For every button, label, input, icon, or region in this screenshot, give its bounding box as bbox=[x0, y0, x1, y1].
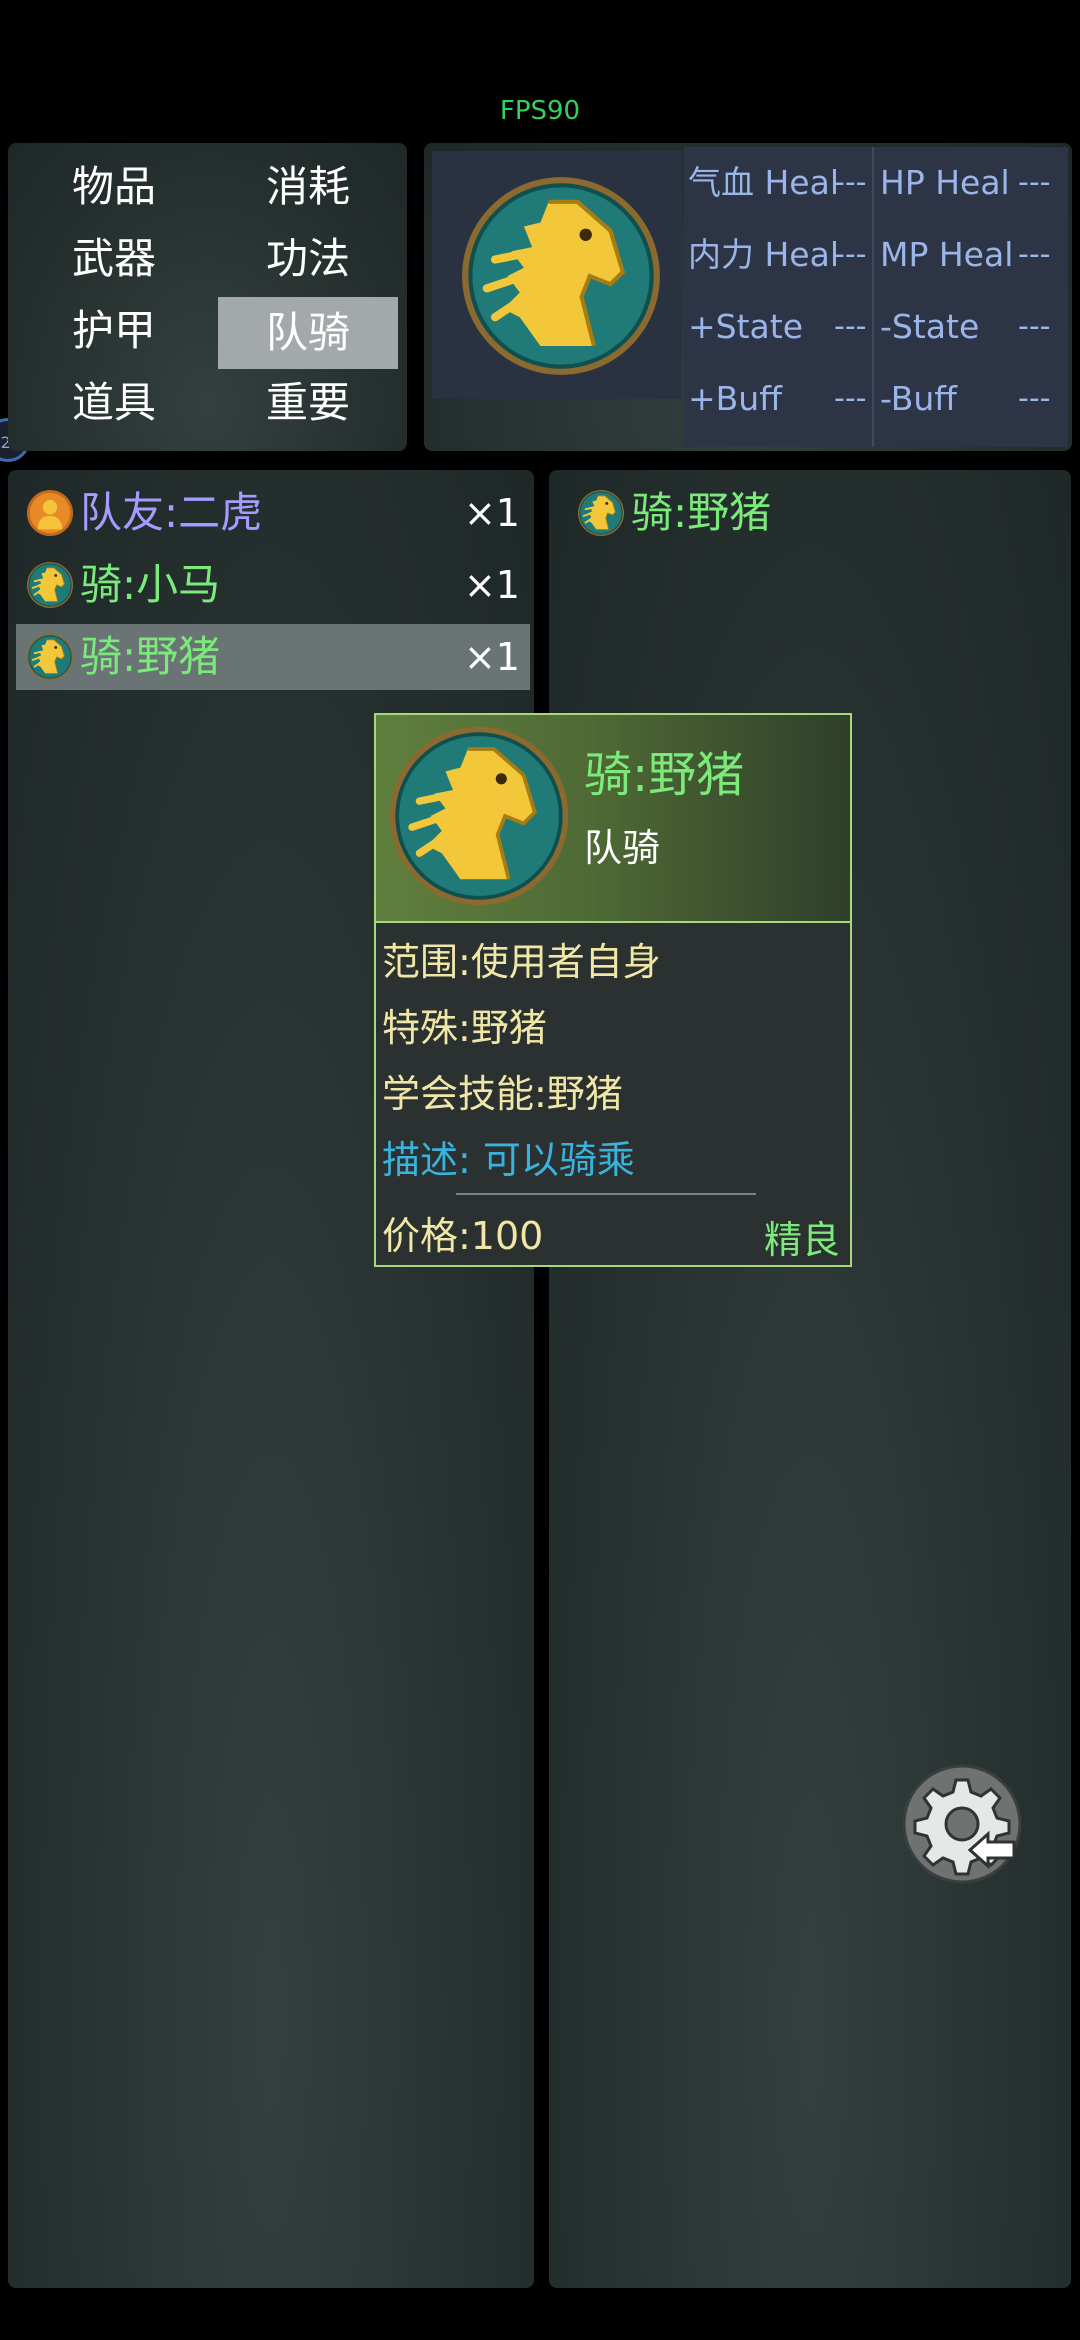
item-name: 队友:二虎 bbox=[80, 488, 263, 537]
stat-mp-heal-label: 内力 Heal bbox=[688, 235, 838, 274]
stat-divider bbox=[872, 147, 874, 447]
list-item-selected[interactable]: 骑:野猪 ×1 bbox=[16, 624, 530, 690]
horse-icon bbox=[26, 561, 74, 609]
stat-add-buff-label: +Buff bbox=[688, 379, 782, 418]
stat-mp-heal-value: --- bbox=[834, 237, 867, 272]
stat-add-state-label: +State bbox=[688, 307, 804, 346]
stat-remove-state-value: --- bbox=[1018, 309, 1051, 344]
category-tools[interactable]: 道具 bbox=[24, 367, 204, 439]
tooltip-divider bbox=[456, 1193, 756, 1195]
stat-add-state-value: --- bbox=[834, 309, 867, 344]
tooltip-header: 骑:野猪 队骑 bbox=[376, 715, 850, 923]
horse-icon bbox=[458, 173, 664, 379]
portrait-frame bbox=[432, 151, 682, 399]
category-armor[interactable]: 护甲 bbox=[24, 295, 204, 367]
companion-icon bbox=[26, 489, 74, 537]
list-item[interactable]: 骑:野猪 bbox=[567, 480, 1080, 546]
tooltip-range: 范围:使用者自身 bbox=[382, 940, 661, 984]
stat-hp-heal-label: 气血 Heal bbox=[688, 163, 838, 202]
category-key-items[interactable]: 重要 bbox=[218, 367, 398, 439]
category-consumables[interactable]: 消耗 bbox=[218, 151, 398, 223]
item-name: 骑:野猪 bbox=[631, 488, 772, 537]
item-info-panel: 气血 Heal --- HP Heal --- 内力 Heal --- MP H… bbox=[424, 143, 1072, 451]
category-skills[interactable]: 功法 bbox=[218, 223, 398, 295]
stat-remove-buff-value: --- bbox=[1018, 381, 1051, 416]
stat-grid: 气血 Heal --- HP Heal --- 内力 Heal --- MP H… bbox=[684, 147, 1068, 447]
category-mounts[interactable]: 队骑 bbox=[218, 297, 398, 369]
tooltip-item-type: 队骑 bbox=[584, 826, 661, 870]
category-items[interactable]: 物品 bbox=[24, 151, 204, 223]
item-tooltip: 骑:野猪 队骑 范围:使用者自身 特殊:野猪 学会技能:野猪 描述: 可以骑乘 … bbox=[374, 713, 852, 1267]
item-name: 骑:野猪 bbox=[80, 632, 221, 681]
gear-icon bbox=[902, 1764, 1022, 1884]
fps-counter: FPS90 bbox=[499, 96, 581, 126]
list-item[interactable]: 骑:小马 ×1 bbox=[16, 552, 530, 618]
stat-add-buff-value: --- bbox=[834, 381, 867, 416]
tooltip-skill: 学会技能:野猪 bbox=[382, 1072, 623, 1116]
horse-icon bbox=[386, 723, 572, 909]
stat-hp-heal-en-value: --- bbox=[1018, 165, 1051, 200]
tooltip-price: 价格:100 bbox=[382, 1214, 544, 1258]
tooltip-description: 描述: 可以骑乘 bbox=[382, 1138, 635, 1182]
item-count: ×1 bbox=[463, 635, 520, 679]
tooltip-item-name: 骑:野猪 bbox=[584, 747, 745, 803]
list-item[interactable]: 队友:二虎 ×1 bbox=[16, 480, 530, 546]
horse-icon bbox=[26, 633, 74, 681]
settings-button[interactable] bbox=[900, 1762, 1024, 1886]
horse-icon bbox=[577, 489, 625, 537]
item-count: ×1 bbox=[463, 491, 520, 535]
stat-remove-state-label: -State bbox=[880, 307, 980, 346]
stat-remove-buff-label: -Buff bbox=[880, 379, 958, 418]
category-weapons[interactable]: 武器 bbox=[24, 223, 204, 295]
item-name: 骑:小马 bbox=[80, 560, 221, 609]
stat-mp-heal-en-value: --- bbox=[1018, 237, 1051, 272]
tooltip-quality: 精良 bbox=[763, 1218, 840, 1262]
category-menu: 物品 消耗 武器 功法 护甲 队骑 道具 重要 bbox=[8, 143, 407, 451]
item-count: ×1 bbox=[463, 563, 520, 607]
stat-hp-heal-en-label: HP Heal bbox=[880, 163, 1010, 202]
tooltip-special: 特殊:野猪 bbox=[382, 1006, 547, 1050]
stat-hp-heal-value: --- bbox=[834, 165, 867, 200]
stat-mp-heal-en-label: MP Heal bbox=[880, 235, 1014, 274]
